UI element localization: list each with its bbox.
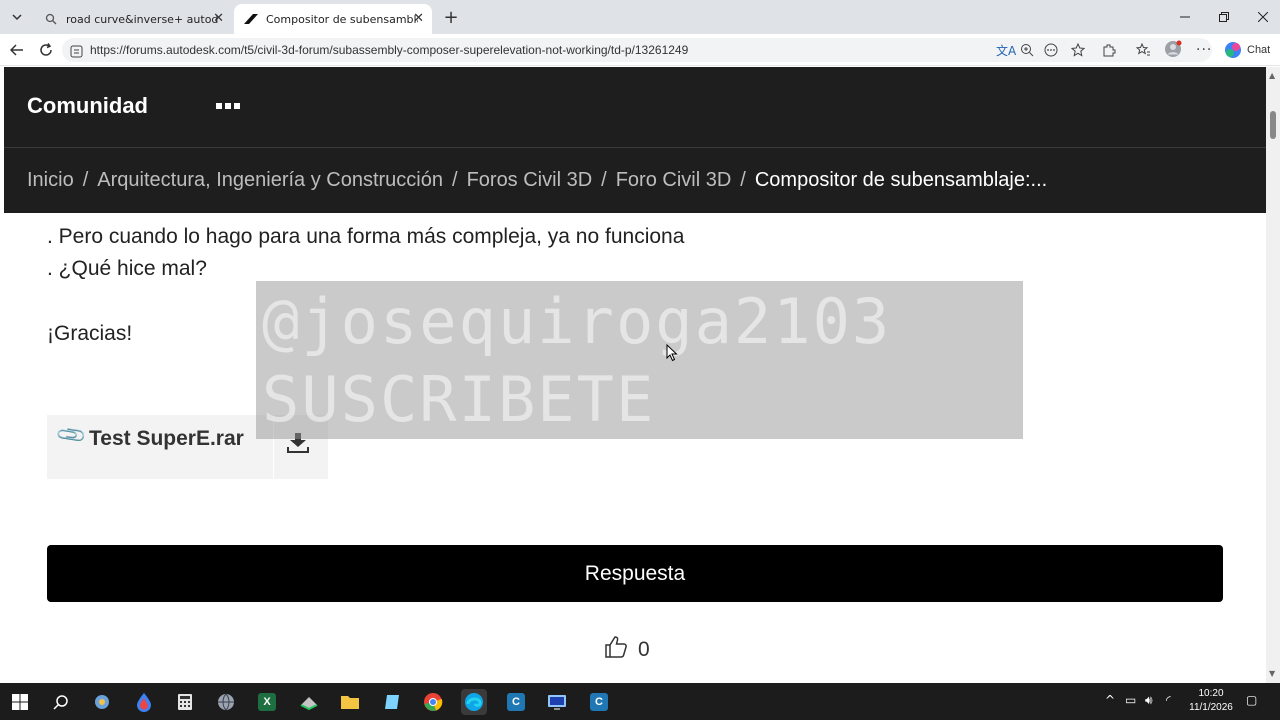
more-options-circle-icon[interactable] bbox=[1044, 42, 1058, 61]
file-explorer-icon[interactable] bbox=[337, 689, 363, 715]
edge-browser-icon[interactable] bbox=[461, 689, 487, 715]
back-arrow-icon[interactable] bbox=[6, 39, 28, 61]
tab-title: Compositor de subensamblaje: Su bbox=[266, 12, 418, 26]
post-text-line: . Pero cuando lo hago para una forma más… bbox=[47, 225, 685, 248]
tab-list-chevron-icon[interactable] bbox=[6, 6, 28, 28]
close-tab-icon[interactable]: ✕ bbox=[213, 11, 224, 26]
zoom-icon[interactable] bbox=[1020, 42, 1034, 61]
notes-app-icon[interactable] bbox=[379, 689, 405, 715]
watermark-handle: @josequiroga2103 bbox=[262, 285, 892, 358]
browser-toolbar: https://forums.autodesk.com/t5/civil-3d-… bbox=[0, 34, 1280, 66]
extensions-icon[interactable] bbox=[1102, 42, 1116, 61]
clock-time: 10:20 bbox=[1198, 688, 1224, 699]
notifications-icon[interactable]: ▢ bbox=[1246, 693, 1257, 707]
post-text-thanks: ¡Gracias! bbox=[47, 322, 133, 345]
search-icon bbox=[44, 12, 58, 26]
like-widget: 0 bbox=[604, 635, 650, 665]
browser-tab-search[interactable]: road curve&inverse+ autodesk su ✕ bbox=[34, 4, 232, 34]
taskbar-clock[interactable]: 10:20 11/1/2026 bbox=[1186, 687, 1236, 715]
post-text-line: . ¿Qué hice mal? bbox=[47, 257, 207, 280]
favorite-star-icon[interactable] bbox=[1070, 42, 1086, 61]
minimize-icon[interactable] bbox=[1170, 6, 1200, 28]
browser-tab-strip: road curve&inverse+ autodesk su ✕ Compos… bbox=[0, 0, 1280, 34]
page-scrollbar[interactable]: ▲ ▼ bbox=[1266, 67, 1280, 683]
wifi-icon[interactable]: ◜ bbox=[1166, 693, 1171, 707]
breadcrumb-separator: / bbox=[601, 169, 607, 191]
windows-taskbar: X C C ^ ▭ 🔊︎ ◜ 10:20 11/1/2026 ▢ bbox=[0, 683, 1280, 720]
clock-date: 11/1/2026 bbox=[1189, 702, 1233, 713]
chrome-icon[interactable] bbox=[420, 689, 446, 715]
watermark-overlay: @josequiroga2103 SUSCRIBETE bbox=[256, 281, 1023, 439]
new-tab-plus-icon[interactable]: + bbox=[440, 6, 462, 28]
site-header: Comunidad bbox=[4, 67, 1266, 147]
like-count: 0 bbox=[638, 638, 650, 661]
breadcrumb-separator: / bbox=[82, 169, 89, 191]
breadcrumb-item-civil-forums[interactable]: Foros Civil 3D bbox=[467, 169, 593, 192]
color-drop-app-icon[interactable] bbox=[131, 689, 157, 715]
civil-3d-app-icon[interactable] bbox=[296, 689, 322, 715]
attachment-link[interactable]: Test SuperE.rar bbox=[89, 427, 244, 451]
mouse-cursor-icon bbox=[666, 343, 678, 366]
breadcrumb: Inicio / Arquitectura, Ingeniería y Cons… bbox=[4, 147, 1266, 213]
excel-icon[interactable]: X bbox=[254, 689, 280, 715]
settings-more-icon[interactable]: ··· bbox=[1196, 42, 1212, 58]
reply-button[interactable]: Respuesta bbox=[47, 545, 1223, 602]
site-info-icon[interactable] bbox=[70, 43, 83, 62]
translate-icon[interactable]: 文A bbox=[996, 42, 1016, 59]
favorites-list-icon[interactable] bbox=[1135, 42, 1151, 61]
maximize-icon[interactable] bbox=[1209, 6, 1239, 28]
battery-icon[interactable]: ▭ bbox=[1125, 693, 1136, 707]
tab-title: road curve&inverse+ autodesk su bbox=[66, 12, 218, 26]
windows-start-icon[interactable] bbox=[7, 689, 33, 715]
scroll-down-arrow-icon[interactable]: ▼ bbox=[1269, 669, 1275, 678]
volume-icon[interactable]: 🔊︎ bbox=[1145, 693, 1153, 708]
screen-recorder-icon[interactable] bbox=[544, 689, 570, 715]
url-text: https://forums.autodesk.com/t5/civil-3d-… bbox=[90, 43, 689, 57]
civil-app-c2-icon[interactable]: C bbox=[586, 689, 612, 715]
menu-dots-icon[interactable] bbox=[216, 103, 240, 109]
globe-app-icon[interactable] bbox=[213, 689, 239, 715]
breadcrumb-item-home[interactable]: Inicio bbox=[27, 169, 74, 192]
scroll-thumb[interactable] bbox=[1270, 111, 1276, 139]
refresh-icon[interactable] bbox=[35, 39, 57, 61]
browser-tab-active[interactable]: Compositor de subensamblaje: Su ✕ bbox=[234, 4, 432, 34]
close-tab-icon[interactable]: ✕ bbox=[413, 11, 424, 26]
tray-expand-icon[interactable]: ^ bbox=[1105, 693, 1115, 707]
taskbar-search-icon[interactable] bbox=[48, 689, 74, 715]
breadcrumb-separator: / bbox=[452, 169, 458, 191]
paperclip-icon: 📎 bbox=[54, 417, 89, 453]
address-bar[interactable]: https://forums.autodesk.com/t5/civil-3d-… bbox=[62, 38, 1212, 62]
chat-label: Chat bbox=[1247, 44, 1271, 56]
site-title[interactable]: Comunidad bbox=[27, 93, 148, 119]
scroll-up-arrow-icon[interactable]: ▲ bbox=[1269, 71, 1275, 80]
profile-avatar-icon[interactable] bbox=[1164, 40, 1182, 62]
breadcrumb-separator: / bbox=[740, 169, 746, 191]
civil-app-c-icon[interactable]: C bbox=[503, 689, 529, 715]
breadcrumb-item-civil-forum[interactable]: Foro Civil 3D bbox=[616, 169, 732, 192]
breadcrumb-item-current: Compositor de subensamblaje:... bbox=[754, 169, 1048, 191]
watermark-subscribe: SUSCRIBETE bbox=[262, 363, 656, 436]
calculator-icon[interactable] bbox=[172, 689, 198, 715]
close-window-icon[interactable] bbox=[1248, 6, 1278, 28]
autodesk-logo-icon bbox=[244, 12, 258, 26]
thumbs-up-icon[interactable] bbox=[604, 635, 628, 665]
settings-gear-app-icon[interactable] bbox=[89, 689, 115, 715]
breadcrumb-item-aec[interactable]: Arquitectura, Ingeniería y Construcción bbox=[97, 169, 443, 192]
copilot-icon bbox=[1225, 42, 1241, 58]
copilot-chat-button[interactable]: Chat bbox=[1224, 40, 1270, 60]
